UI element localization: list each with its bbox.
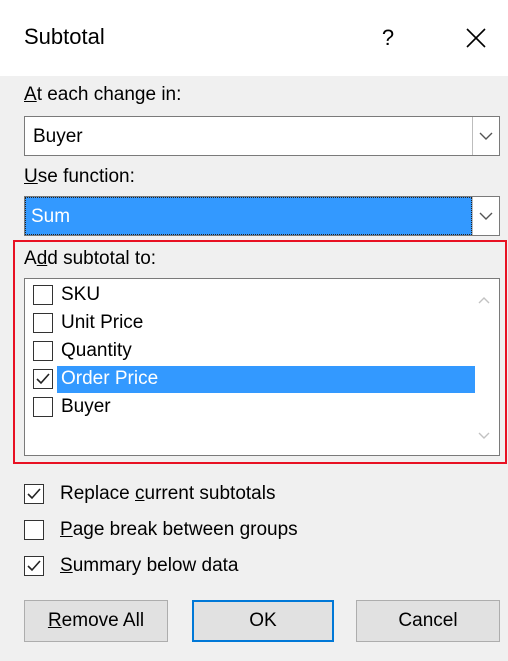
remove-all-button[interactable]: Remove All (24, 600, 168, 642)
title-bar: Subtotal ? (0, 0, 508, 76)
list-item-label: Order Price (61, 368, 159, 389)
change-select-value: Buyer (33, 126, 83, 147)
function-select-value: Sum (31, 206, 71, 227)
change-dropdown-button[interactable] (472, 117, 499, 155)
buyer-checkbox[interactable] (33, 397, 53, 417)
list-item-order-price[interactable]: Order Price (29, 366, 475, 393)
ok-button[interactable]: OK (192, 600, 334, 642)
option-label-text: age break between groups (72, 519, 298, 540)
change-label-access-key: A (24, 84, 37, 105)
option-label-access-key: c (135, 483, 145, 504)
close-button[interactable] (456, 18, 496, 58)
change-select[interactable]: Buyer (24, 116, 500, 156)
replace-current-subtotals-label: Replace current subtotals (60, 483, 275, 505)
remove-all-label: emove All (61, 610, 145, 631)
replace-current-subtotals-checkbox[interactable] (24, 484, 44, 504)
add-subtotal-label: Add subtotal to: (24, 248, 156, 270)
cancel-button[interactable]: Cancel (356, 600, 500, 642)
function-label: Use function: (24, 166, 135, 188)
checkmark-icon (27, 560, 41, 572)
quantity-checkbox[interactable] (33, 341, 53, 361)
add-subtotal-label-text: d subtotal to: (47, 248, 157, 269)
function-dropdown-button[interactable] (472, 197, 499, 235)
function-label-access-key: U (24, 166, 38, 187)
option-label-pre: Replace (60, 483, 135, 504)
chevron-down-icon (479, 132, 493, 140)
close-icon (466, 28, 486, 48)
list-item-buyer[interactable]: Buyer (29, 394, 475, 421)
page-break-checkbox[interactable] (24, 520, 44, 540)
change-label: At each change in: (24, 84, 181, 106)
list-item-label: Buyer (61, 396, 111, 417)
chevron-down-icon (479, 212, 493, 220)
option-label-access-key: S (60, 555, 73, 576)
list-item-quantity[interactable]: Quantity (29, 338, 475, 365)
option-label-access-key: P (60, 519, 73, 540)
option-label-text: urrent subtotals (144, 483, 276, 504)
list-item-unit-price[interactable]: Unit Price (29, 310, 475, 337)
order-price-checkbox[interactable] (33, 369, 53, 389)
add-subtotal-label-access-key: d (36, 248, 48, 269)
list-item-label: SKU (61, 284, 101, 305)
page-break-label: Page break between groups (60, 519, 298, 541)
list-item-sku[interactable]: SKU (29, 282, 475, 309)
option-label-text: ummary below data (72, 555, 239, 576)
checkmark-icon (27, 488, 41, 500)
function-label-text: se function: (37, 166, 135, 187)
scroll-down-icon[interactable] (477, 429, 491, 443)
add-subtotal-listbox[interactable]: SKU Unit Price Quantity Order Price Buye… (24, 278, 500, 456)
list-item-label: Quantity (61, 340, 132, 361)
summary-below-data-checkbox[interactable] (24, 556, 44, 576)
help-button[interactable]: ? (368, 18, 408, 58)
dialog-title: Subtotal (24, 24, 105, 49)
sku-checkbox[interactable] (33, 285, 53, 305)
list-item-label: Unit Price (61, 312, 144, 333)
summary-below-data-label: Summary below data (60, 555, 238, 577)
scroll-up-icon[interactable] (477, 293, 491, 307)
function-selection-highlight (25, 197, 472, 235)
remove-all-access-key: R (47, 610, 62, 631)
function-select[interactable]: Sum (24, 196, 500, 236)
subtotal-dialog: Subtotal ? At each change in: Buyer Use … (0, 0, 508, 661)
unit-price-checkbox[interactable] (33, 313, 53, 333)
add-subtotal-label-pre: A (24, 248, 37, 269)
checkmark-icon (36, 373, 50, 385)
change-label-text: t each change in: (36, 84, 182, 105)
